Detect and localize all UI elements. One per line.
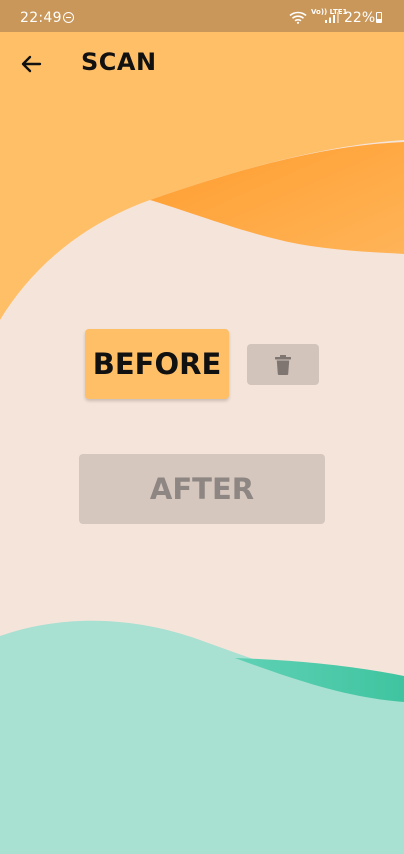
battery-icon <box>376 12 382 23</box>
before-button-label: BEFORE <box>92 347 222 381</box>
delete-button[interactable] <box>247 344 319 385</box>
status-bar: 22:49 Vo)) LTE1 22% <box>0 0 404 32</box>
before-button[interactable]: BEFORE <box>85 329 229 399</box>
after-button[interactable]: AFTER <box>79 454 325 524</box>
signal-icon <box>325 12 339 23</box>
wifi-icon <box>289 11 307 24</box>
background-waves <box>0 32 404 854</box>
back-arrow-icon[interactable] <box>18 50 46 78</box>
trash-icon <box>275 354 291 375</box>
status-time: 22:49 <box>20 10 62 26</box>
after-button-label: AFTER <box>149 472 255 506</box>
battery-percentage: 22% <box>344 10 376 26</box>
page-title: SCAN <box>81 48 157 76</box>
bottom-teal-wave <box>0 620 404 854</box>
do-not-disturb-icon <box>63 12 74 23</box>
